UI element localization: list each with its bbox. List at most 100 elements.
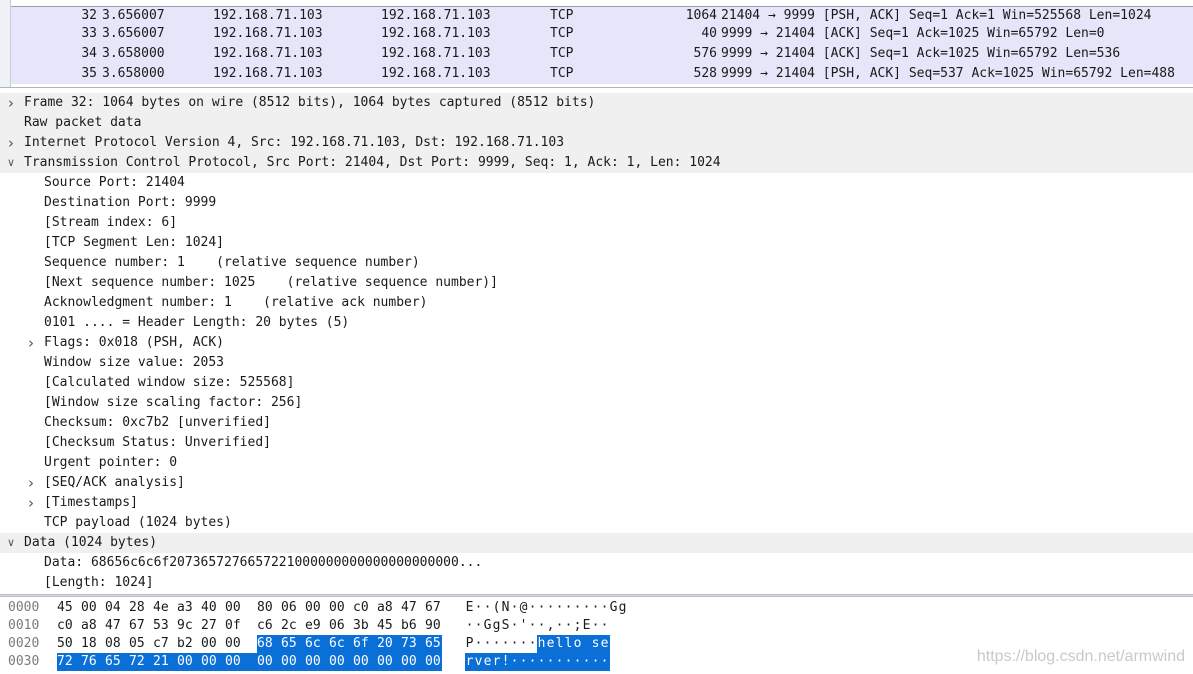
ascii-char[interactable]: ; bbox=[573, 617, 582, 635]
tree-field[interactable]: Source Port: 21404 bbox=[0, 173, 1193, 193]
ascii-char[interactable]: v bbox=[474, 653, 483, 671]
packet-row[interactable]: 35 3.658000 192.168.71.103 192.168.71.103 TC… bbox=[11, 64, 1193, 84]
ascii-char[interactable]: · bbox=[555, 599, 564, 617]
hex-byte[interactable]: 00 bbox=[377, 653, 397, 671]
hex-byte[interactable]: 72 bbox=[57, 653, 77, 671]
ascii-char[interactable]: · bbox=[510, 653, 519, 671]
ascii-char[interactable]: · bbox=[555, 653, 564, 671]
hex-byte[interactable]: 80 bbox=[257, 599, 277, 617]
tree-field[interactable]: [TCP Segment Len: 1024] bbox=[0, 233, 1193, 253]
hex-byte[interactable]: c6 bbox=[257, 617, 277, 635]
ascii-char[interactable]: o bbox=[573, 635, 582, 653]
tree-field[interactable]: [Next sequence number: 1025 (relative se… bbox=[0, 273, 1193, 293]
tree-field[interactable]: TCP payload (1024 bytes) bbox=[0, 513, 1193, 533]
tree-field[interactable]: 0101 .... = Header Length: 20 bytes (5) bbox=[0, 313, 1193, 333]
hex-byte[interactable]: c0 bbox=[353, 599, 373, 617]
tree-node[interactable]: ∨ Data (1024 bytes) bbox=[0, 533, 1193, 553]
tree-field[interactable]: [Checksum Status: Unverified] bbox=[0, 433, 1193, 453]
ascii-char[interactable]: @ bbox=[519, 599, 528, 617]
hex-byte[interactable]: 67 bbox=[425, 599, 445, 617]
ascii-char[interactable]: N bbox=[501, 599, 510, 617]
tree-field[interactable]: Destination Port: 9999 bbox=[0, 193, 1193, 213]
hex-byte[interactable]: 04 bbox=[105, 599, 125, 617]
ascii-char[interactable]: E bbox=[582, 617, 591, 635]
ascii-char[interactable]: ' bbox=[519, 617, 528, 635]
hex-byte[interactable]: 21 bbox=[153, 653, 173, 671]
hex-byte[interactable]: 4e bbox=[153, 599, 173, 617]
hex-byte[interactable]: 00 bbox=[281, 653, 301, 671]
ascii-char[interactable]: · bbox=[519, 653, 528, 671]
tree-field[interactable]: [Window size scaling factor: 256] bbox=[0, 393, 1193, 413]
hex-byte[interactable]: 65 bbox=[425, 635, 445, 653]
chevron-right-icon[interactable]: › bbox=[24, 493, 38, 513]
hex-byte[interactable]: 6c bbox=[305, 635, 325, 653]
packet-row[interactable]: 32 3.656007 192.168.71.103 192.168.71.103 TC… bbox=[11, 6, 1193, 26]
hex-line[interactable]: 0000 45 00 04 28 4e a3 40 00 80 06 00 00 c0 a8 47 67 E · ·(… bbox=[0, 599, 1193, 617]
hex-byte[interactable]: 00 bbox=[225, 635, 245, 653]
hex-byte[interactable]: c0 bbox=[57, 617, 77, 635]
ascii-char[interactable]: G bbox=[609, 599, 618, 617]
hex-byte[interactable]: 65 bbox=[105, 653, 125, 671]
hex-byte[interactable]: 18 bbox=[81, 635, 101, 653]
tree-field[interactable]: › [SEQ/ACK analysis] bbox=[0, 473, 1193, 493]
hex-byte[interactable]: 72 bbox=[129, 653, 149, 671]
ascii-char[interactable]: · bbox=[528, 635, 537, 653]
ascii-char[interactable]: · bbox=[510, 599, 519, 617]
tree-field[interactable]: Sequence number: 1 (relative sequence nu… bbox=[0, 253, 1193, 273]
ascii-char[interactable]: r bbox=[465, 653, 474, 671]
ascii-char[interactable]: · bbox=[537, 599, 546, 617]
ascii-char[interactable]: e bbox=[600, 635, 609, 653]
chevron-right-icon[interactable]: › bbox=[24, 473, 38, 493]
chevron-right-icon[interactable]: › bbox=[4, 133, 18, 153]
hex-byte[interactable]: 08 bbox=[105, 635, 125, 653]
hex-byte[interactable]: 00 bbox=[329, 599, 349, 617]
ascii-char[interactable]: · bbox=[600, 599, 609, 617]
tree-field[interactable]: [Calculated window size: 525568] bbox=[0, 373, 1193, 393]
ascii-char[interactable]: E bbox=[465, 599, 474, 617]
ascii-char[interactable] bbox=[582, 635, 591, 653]
chevron-down-icon[interactable]: ∨ bbox=[4, 533, 18, 553]
ascii-char[interactable]: · bbox=[519, 635, 528, 653]
hex-byte[interactable]: 20 bbox=[377, 635, 397, 653]
hex-byte[interactable]: 65 bbox=[281, 635, 301, 653]
ascii-char[interactable]: · bbox=[537, 653, 546, 671]
hex-byte[interactable]: 2c bbox=[281, 617, 301, 635]
hex-byte[interactable]: 0f bbox=[225, 617, 245, 635]
hex-byte[interactable]: 9c bbox=[177, 617, 197, 635]
hex-byte[interactable]: 3b bbox=[353, 617, 373, 635]
ascii-char[interactable]: · bbox=[483, 599, 492, 617]
hex-byte[interactable]: 47 bbox=[105, 617, 125, 635]
hex-byte[interactable]: 00 bbox=[225, 599, 245, 617]
hex-byte[interactable]: 73 bbox=[401, 635, 421, 653]
hex-byte[interactable]: b6 bbox=[401, 617, 421, 635]
tree-node[interactable]: ∨ Transmission Control Protocol, Src Port… bbox=[0, 153, 1193, 173]
ascii-char[interactable]: · bbox=[474, 635, 483, 653]
ascii-char[interactable]: · bbox=[591, 653, 600, 671]
hex-byte[interactable]: b2 bbox=[177, 635, 197, 653]
hex-byte[interactable]: 06 bbox=[281, 599, 301, 617]
hex-byte[interactable]: 06 bbox=[329, 617, 349, 635]
ascii-char[interactable]: · bbox=[600, 653, 609, 671]
ascii-char[interactable]: · bbox=[582, 599, 591, 617]
hex-byte[interactable]: 47 bbox=[401, 599, 421, 617]
ascii-char[interactable]: · bbox=[573, 599, 582, 617]
ascii-char[interactable]: · bbox=[591, 617, 600, 635]
hex-byte[interactable]: 67 bbox=[129, 617, 149, 635]
hex-byte[interactable]: 45 bbox=[57, 599, 77, 617]
tree-field[interactable]: Acknowledgment number: 1 (relative ack n… bbox=[0, 293, 1193, 313]
ascii-char[interactable]: · bbox=[600, 617, 609, 635]
hex-byte[interactable]: 90 bbox=[425, 617, 445, 635]
hex-byte[interactable]: 00 bbox=[177, 653, 197, 671]
packet-details-tree[interactable]: › Frame 32: 1064 bytes on wire (8512 bits… bbox=[0, 92, 1193, 592]
tree-field[interactable]: [Stream index: 6] bbox=[0, 213, 1193, 233]
hex-byte[interactable]: 00 bbox=[225, 653, 245, 671]
hex-byte[interactable]: 00 bbox=[305, 653, 325, 671]
ascii-char[interactable]: P bbox=[465, 635, 474, 653]
ascii-char[interactable]: · bbox=[528, 617, 537, 635]
tree-field[interactable]: Checksum: 0xc7b2 [unverified] bbox=[0, 413, 1193, 433]
hex-byte[interactable]: 53 bbox=[153, 617, 173, 635]
ascii-char[interactable]: · bbox=[528, 653, 537, 671]
tree-node[interactable]: › Frame 32: 1064 bytes on wire (8512 bits… bbox=[0, 93, 1193, 113]
ascii-char[interactable]: · bbox=[591, 599, 600, 617]
ascii-char[interactable]: e bbox=[546, 635, 555, 653]
